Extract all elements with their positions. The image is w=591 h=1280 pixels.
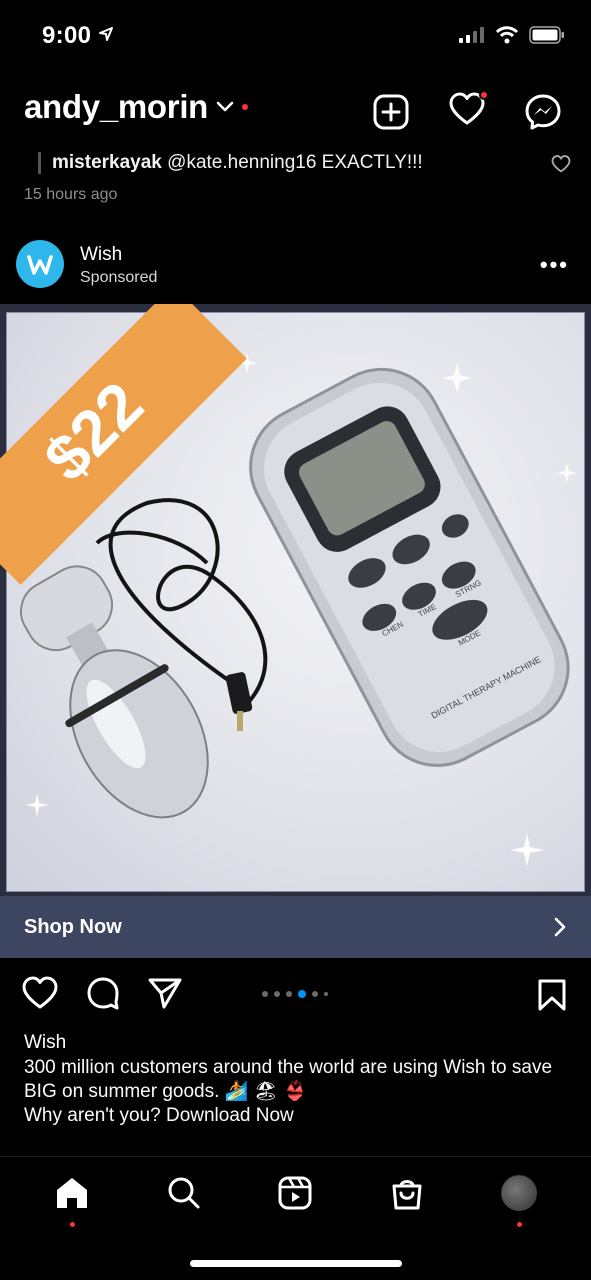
comment-username[interactable]: misterkayak <box>52 152 162 173</box>
carousel-dot-active <box>298 990 306 998</box>
chevron-right-icon <box>554 917 566 937</box>
wish-avatar[interactable] <box>16 240 64 288</box>
caption: 300 million customers around the world a… <box>24 1056 569 1128</box>
nav-shop[interactable] <box>387 1173 427 1213</box>
nav-reels[interactable] <box>275 1173 315 1213</box>
account-notification-dot <box>242 104 249 110</box>
username: andy_morin <box>24 88 209 125</box>
account-switcher[interactable]: andy_morin <box>24 88 249 126</box>
thread-line <box>38 152 41 174</box>
home-indicator[interactable] <box>190 1260 402 1267</box>
sponsored-label: Sponsored <box>80 269 158 286</box>
new-post-icon[interactable] <box>373 94 409 130</box>
comment-like-icon[interactable] <box>551 155 571 173</box>
comment-preview[interactable]: misterkayak @kate.henning16 EXACTLY!!! <box>52 152 423 174</box>
carousel-dot <box>324 992 328 996</box>
status-icons <box>459 26 565 44</box>
save-icon[interactable] <box>537 978 567 1012</box>
share-icon[interactable] <box>148 977 182 1009</box>
post-actions <box>22 976 182 1010</box>
more-options-icon[interactable]: ••• <box>540 252 569 278</box>
home-notification-dot <box>69 1222 75 1227</box>
nav-home[interactable] <box>52 1173 92 1227</box>
messenger-icon[interactable] <box>525 94 561 130</box>
caption-text: 300 million customers around the world a… <box>24 1057 553 1102</box>
carousel-dot <box>262 991 268 997</box>
wifi-icon <box>495 26 519 44</box>
shop-now-button[interactable]: Shop Now <box>0 896 591 958</box>
comment-icon[interactable] <box>86 976 120 1010</box>
nav-search[interactable] <box>164 1173 204 1213</box>
caption-author[interactable]: Wish <box>24 1032 66 1054</box>
shop-icon <box>392 1180 422 1210</box>
status-time: 9:00 <box>42 22 92 49</box>
profile-notification-dot <box>517 1222 523 1227</box>
signal-icon <box>459 27 484 43</box>
profile-avatar <box>501 1175 538 1211</box>
carousel-dot <box>312 991 318 997</box>
reels-icon <box>278 1176 312 1210</box>
like-icon[interactable] <box>22 976 58 1010</box>
home-icon <box>56 1178 87 1208</box>
shop-now-label: Shop Now <box>24 915 122 938</box>
activity-badge <box>479 90 489 100</box>
search-icon <box>168 1177 200 1209</box>
nav-profile[interactable] <box>499 1173 539 1227</box>
post-image[interactable]: CHEN TIME STRNG MODE DIGITAL THERAPY MAC… <box>0 304 591 896</box>
carousel-dot <box>286 991 292 997</box>
comment-text: @kate.henning16 EXACTLY!!! <box>167 152 423 173</box>
carousel-dot <box>274 991 280 997</box>
location-arrow-icon <box>99 27 113 41</box>
wish-logo-icon <box>27 255 53 275</box>
activity-button[interactable] <box>449 90 489 131</box>
comment-timestamp: 15 hours ago <box>24 186 118 203</box>
header-actions <box>373 90 561 131</box>
post-author[interactable]: Wish <box>80 244 122 266</box>
battery-icon <box>529 26 564 44</box>
caption-text-2: Why aren't you? Download Now <box>24 1105 294 1126</box>
carousel-indicator <box>262 990 328 998</box>
chevron-down-icon <box>216 101 234 112</box>
product-photo: CHEN TIME STRNG MODE DIGITAL THERAPY MAC… <box>0 304 585 892</box>
